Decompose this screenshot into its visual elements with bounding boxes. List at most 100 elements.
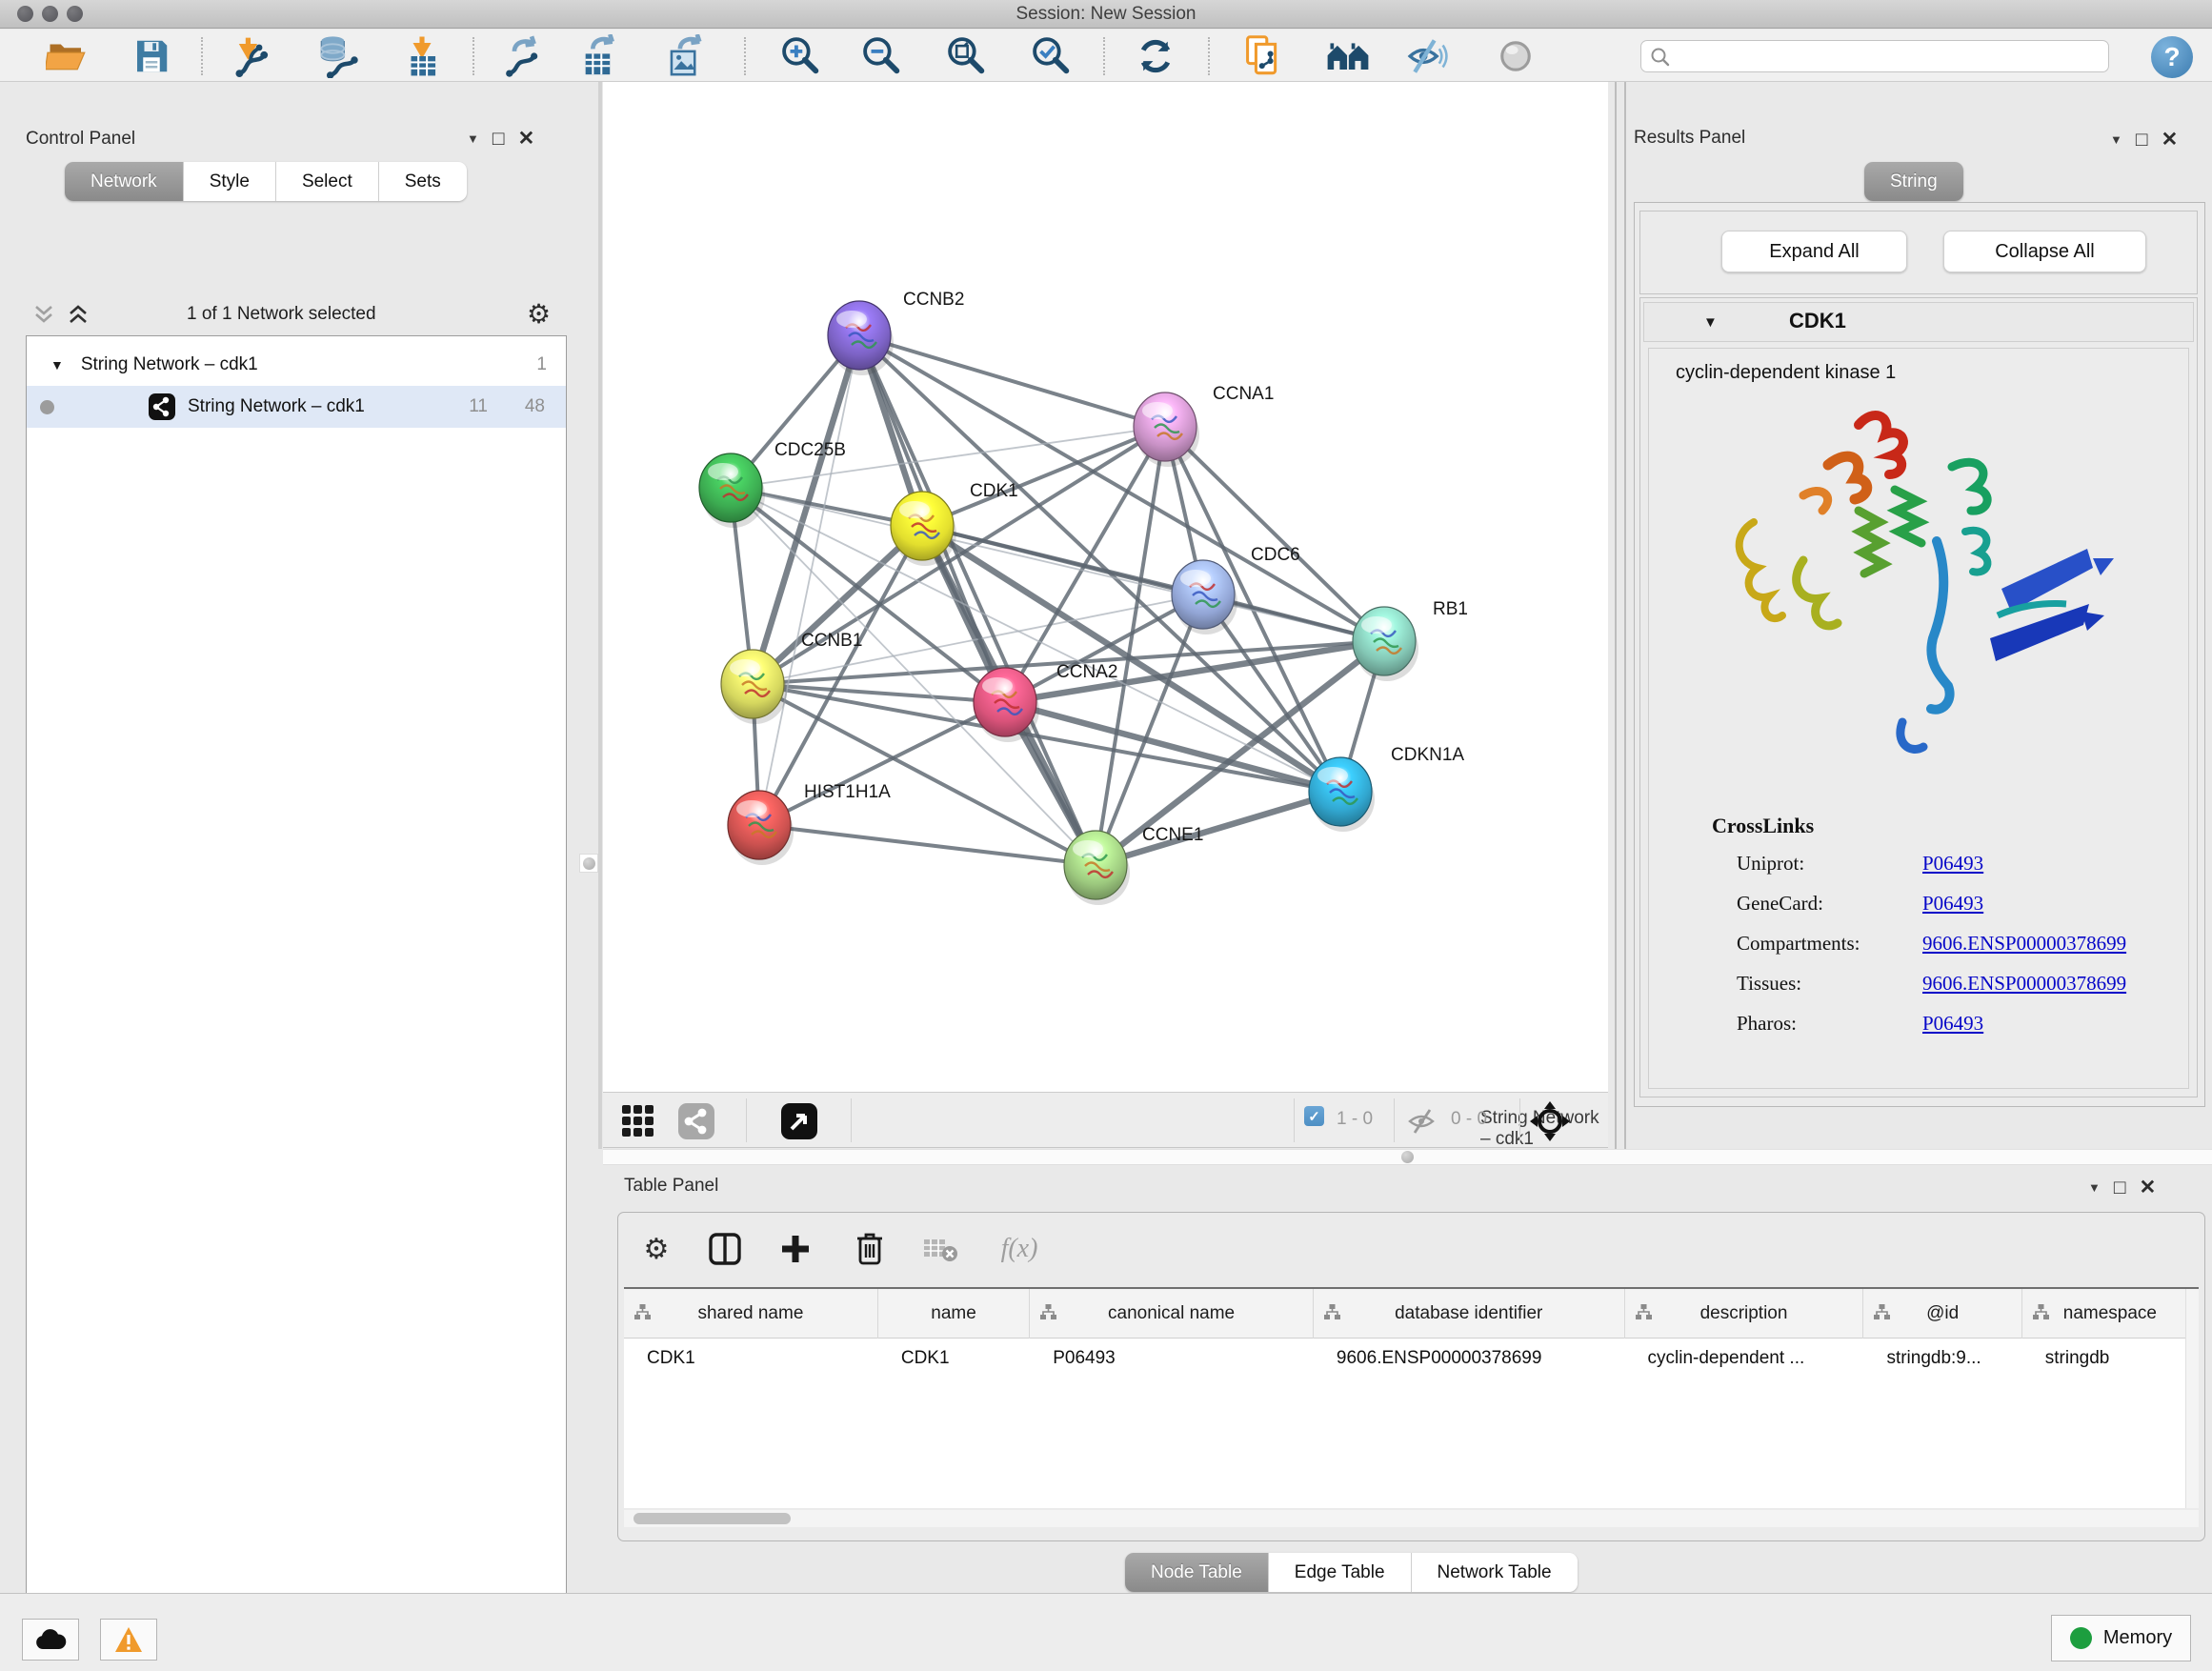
node-CCNA2[interactable]: CCNA2	[974, 662, 1117, 742]
node-CDC6[interactable]: CDC6	[1172, 545, 1300, 634]
selected-checkbox[interactable]: ✓	[1304, 1106, 1324, 1126]
left-splitter-handle[interactable]	[579, 854, 598, 873]
edge-CCNB2-CCNE1[interactable]	[859, 335, 1096, 865]
node-RB1[interactable]: RB1	[1353, 599, 1468, 681]
zoom-out-button[interactable]	[857, 33, 907, 79]
tab-string[interactable]: String	[1864, 162, 1963, 201]
edge-CCNE1-CDKN1A[interactable]	[1096, 792, 1340, 865]
node-CCNA1[interactable]: CCNA1	[1134, 384, 1274, 467]
network-collection-row[interactable]: ▼ String Network – cdk1 1	[27, 344, 566, 386]
panel-float-icon[interactable]: □	[493, 128, 505, 151]
export-table-button[interactable]	[575, 33, 625, 79]
apply-layout-button[interactable]	[1131, 33, 1180, 79]
panel-collapse-icon[interactable]: ▼	[2088, 1180, 2101, 1195]
tab-edge-table[interactable]: Edge Table	[1269, 1553, 1412, 1592]
delete-table-button[interactable]	[917, 1226, 963, 1272]
chevron-double-down-icon[interactable]	[32, 304, 55, 325]
chevron-double-up-icon[interactable]	[67, 304, 90, 325]
help-button[interactable]: ?	[2151, 36, 2193, 78]
save-session-button[interactable]	[127, 33, 176, 79]
edge-CCNB1-CCNA2[interactable]	[753, 684, 1005, 702]
bottom-splitter-handle[interactable]	[1398, 1149, 1417, 1165]
search-input[interactable]	[1676, 43, 2102, 70]
memory-button[interactable]: Memory	[2051, 1615, 2191, 1661]
import-table-button[interactable]	[397, 33, 447, 79]
panel-float-icon[interactable]: □	[2136, 129, 2148, 151]
table-cell[interactable]: 9606.ENSP00000378699	[1314, 1348, 1625, 1369]
column-header--id[interactable]: @id	[1863, 1289, 2021, 1339]
collapse-all-button[interactable]: Collapse All	[1943, 231, 2146, 272]
table-cell[interactable]: P06493	[1030, 1348, 1314, 1369]
scrollbar-thumb[interactable]	[633, 1513, 791, 1524]
edge-CCNE1-HIST1H1A[interactable]	[759, 825, 1096, 865]
open-in-browser-button[interactable]	[780, 1102, 818, 1145]
gene-header[interactable]: ▼ CDK1	[1643, 302, 2194, 342]
panel-float-icon[interactable]: □	[2114, 1177, 2126, 1199]
tab-network[interactable]: Network	[65, 162, 184, 201]
column-header-namespace[interactable]: namespace	[2022, 1289, 2199, 1339]
table-horizontal-scrollbar[interactable]	[624, 1510, 2199, 1527]
table-cell[interactable]: cyclin-dependent ...	[1625, 1348, 1864, 1369]
node-CDC25B[interactable]: CDC25B	[699, 440, 846, 528]
function-builder-button[interactable]: f(x)	[986, 1226, 1053, 1272]
birdseye-toggle-button[interactable]	[1529, 1100, 1571, 1147]
edge-CCNA2-HIST1H1A[interactable]	[759, 702, 1005, 825]
import-network-file-button[interactable]	[226, 33, 275, 79]
crosslink-link[interactable]: P06493	[1922, 852, 1983, 876]
delete-column-button[interactable]	[847, 1226, 893, 1272]
show-columns-button[interactable]	[702, 1226, 748, 1272]
network-row[interactable]: String Network – cdk1 11 48	[27, 386, 566, 428]
table-vertical-scrollbar[interactable]	[2185, 1289, 2199, 1508]
table-cell[interactable]: stringdb:9...	[1863, 1348, 2021, 1369]
node-table[interactable]: shared namenamecanonical namedatabase id…	[624, 1287, 2199, 1508]
zoom-fit-button[interactable]	[942, 33, 992, 79]
tree-expand-icon[interactable]: ▼	[50, 357, 64, 372]
network-graph[interactable]: CCNB2CCNA1CDC25BCDK1CDC6RB1CCNB1CCNA2CDK…	[603, 82, 1608, 1092]
table-cell[interactable]: CDK1	[878, 1348, 1030, 1369]
first-neighbors-button[interactable]	[1323, 33, 1373, 79]
left-splitter[interactable]	[598, 82, 602, 1149]
hide-selected-button[interactable]	[1402, 33, 1452, 79]
create-column-button[interactable]	[773, 1226, 818, 1272]
grid-view-button[interactable]	[620, 1103, 656, 1144]
panel-collapse-icon[interactable]: ▼	[467, 131, 479, 146]
cloud-button[interactable]	[22, 1619, 79, 1661]
table-row[interactable]: CDK1CDK1P064939606.ENSP00000378699cyclin…	[624, 1339, 2199, 1379]
clone-network-button[interactable]	[1238, 33, 1288, 79]
panel-close-icon[interactable]: ✕	[2140, 1176, 2157, 1199]
edge-CCNB2-HIST1H1A[interactable]	[759, 335, 859, 825]
table-cell[interactable]: CDK1	[624, 1348, 878, 1369]
tab-network-table[interactable]: Network Table	[1412, 1553, 1578, 1592]
column-header-shared-name[interactable]: shared name	[624, 1289, 878, 1339]
export-network-button[interactable]	[498, 33, 548, 79]
zoom-selected-button[interactable]	[1027, 33, 1076, 79]
zoom-in-button[interactable]	[776, 33, 826, 79]
panel-collapse-icon[interactable]: ▼	[2110, 132, 2122, 147]
tab-sets[interactable]: Sets	[379, 162, 467, 201]
panel-close-icon[interactable]: ✕	[2162, 128, 2179, 151]
column-header-canonical-name[interactable]: canonical name	[1030, 1289, 1314, 1339]
crosslink-link[interactable]: 9606.ENSP00000378699	[1922, 972, 2126, 996]
export-image-button[interactable]	[660, 33, 710, 79]
right-splitter[interactable]	[1615, 82, 1626, 1149]
tab-select[interactable]: Select	[276, 162, 379, 201]
node-CDKN1A[interactable]: CDKN1A	[1309, 745, 1464, 832]
network-list-options-gear-icon[interactable]: ⚙	[527, 298, 551, 330]
import-network-database-button[interactable]	[311, 33, 360, 79]
column-header-database-identifier[interactable]: database identifier	[1314, 1289, 1625, 1339]
column-header-description[interactable]: description	[1625, 1289, 1864, 1339]
gene-collapse-icon[interactable]: ▼	[1703, 314, 1718, 331]
table-options-button[interactable]: ⚙	[633, 1226, 679, 1272]
node-HIST1H1A[interactable]: HIST1H1A	[728, 782, 891, 865]
panel-close-icon[interactable]: ✕	[518, 127, 535, 151]
table-cell[interactable]: stringdb	[2022, 1348, 2199, 1369]
crosslink-link[interactable]: P06493	[1922, 1012, 1983, 1036]
network-canvas[interactable]: CCNB2CCNA1CDC25BCDK1CDC6RB1CCNB1CCNA2CDK…	[603, 82, 1608, 1092]
column-header-name[interactable]: name	[878, 1289, 1030, 1339]
tab-node-table[interactable]: Node Table	[1125, 1553, 1269, 1592]
tab-style[interactable]: Style	[184, 162, 276, 201]
network-view-share-button[interactable]	[677, 1102, 715, 1145]
crosslink-link[interactable]: 9606.ENSP00000378699	[1922, 932, 2126, 956]
crosslink-link[interactable]: P06493	[1922, 892, 1983, 916]
edge-CCNB2-RB1[interactable]	[859, 335, 1384, 641]
